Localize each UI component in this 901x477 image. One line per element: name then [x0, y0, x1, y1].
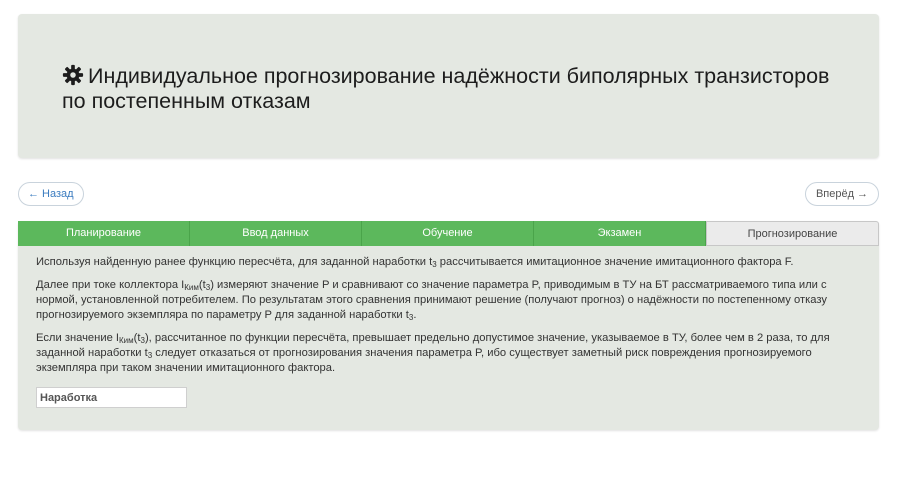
subscript: Ким — [184, 283, 199, 292]
text-fragment: следует отказаться от прогнозирования зн… — [36, 347, 812, 374]
tab-forecasting[interactable]: Прогнозирование — [706, 221, 879, 246]
text-fragment: (t — [198, 279, 206, 291]
text-fragment: Если значение I — [36, 332, 120, 344]
text-fragment: Используя найденную ранее функцию пересч… — [36, 256, 433, 268]
forward-button[interactable]: Вперёд → — [805, 182, 879, 206]
text-fragment: . — [413, 309, 417, 321]
subscript: Ким — [119, 336, 134, 345]
text-fragment: (t — [133, 332, 141, 344]
back-button[interactable]: ← Назад — [18, 182, 84, 206]
paragraph-1: Используя найденную ранее функцию пересч… — [36, 255, 866, 270]
page-title-text: Индивидуальное прогнозирование надёжност… — [62, 64, 830, 113]
paragraph-2: Далее при токе коллектора IКим(t3) измер… — [36, 278, 866, 323]
tab-data-input[interactable]: Ввод данных — [190, 221, 362, 246]
tab-training[interactable]: Обучение — [362, 221, 534, 246]
text-fragment: Далее при токе коллектора I — [36, 279, 185, 291]
tab-planning[interactable]: Планирование — [18, 221, 190, 246]
text-fragment: рассчитывается имитационное значение ими… — [436, 256, 794, 268]
page-title: Индивидуальное прогнозирование надёжност… — [62, 64, 842, 114]
operating-time-input[interactable] — [36, 387, 187, 408]
content-panel: Планирование Ввод данных Обучение Экзаме… — [18, 221, 879, 430]
content-text: Используя найденную ранее функцию пересч… — [36, 255, 866, 384]
tab-bar: Планирование Ввод данных Обучение Экзаме… — [18, 221, 879, 246]
paragraph-3: Если значение IКим(t3), рассчитанное по … — [36, 331, 866, 376]
page-header: Индивидуальное прогнозирование надёжност… — [18, 14, 879, 158]
tab-exam[interactable]: Экзамен — [534, 221, 706, 246]
gear-icon — [62, 64, 84, 86]
